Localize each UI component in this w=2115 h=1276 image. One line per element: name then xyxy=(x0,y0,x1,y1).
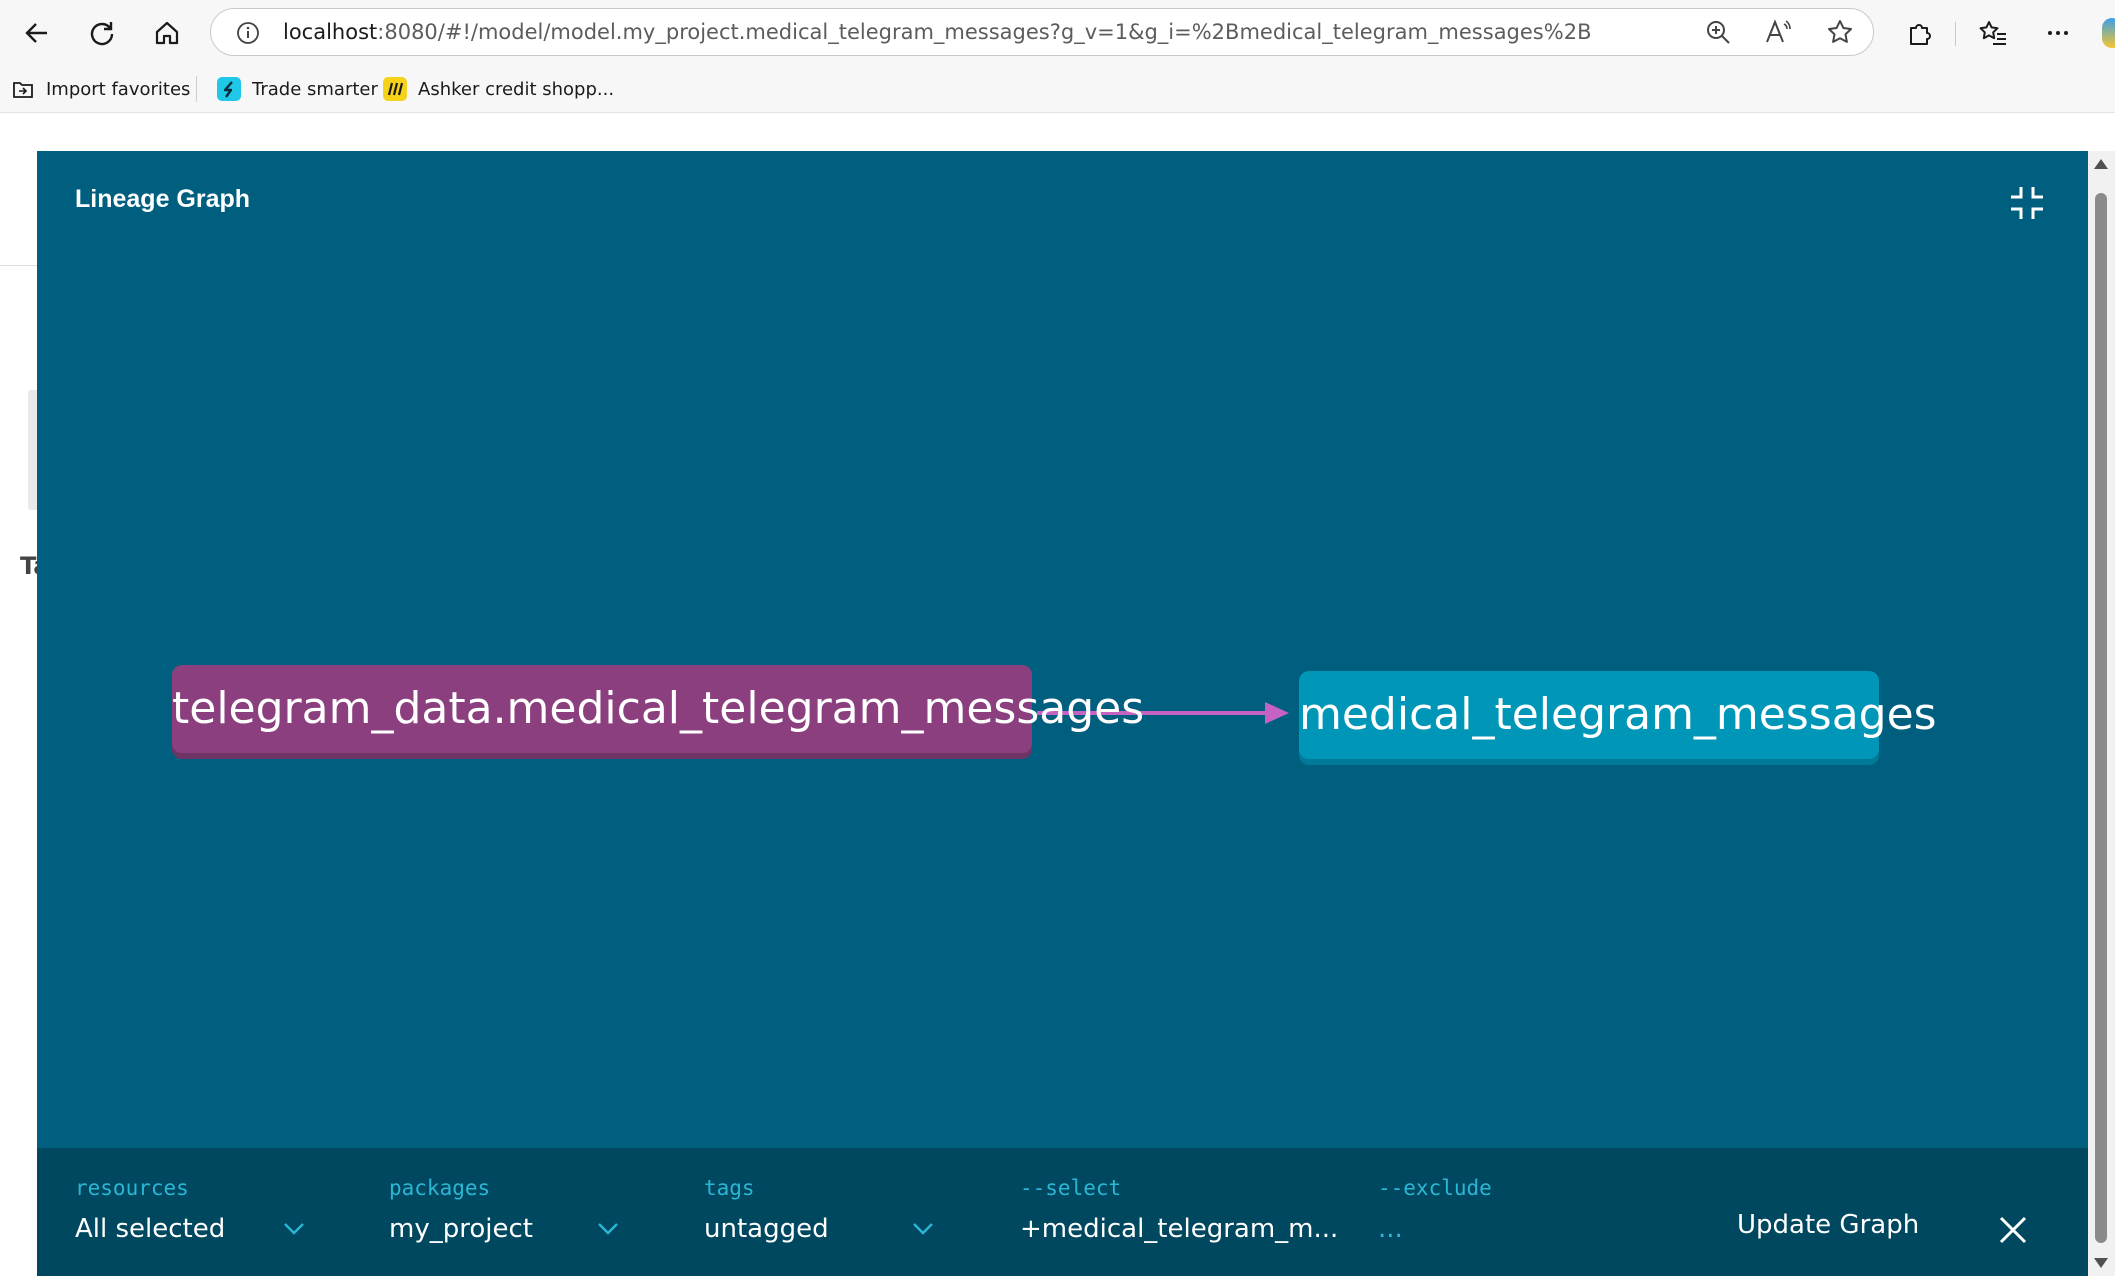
favorite-item-ashker[interactable]: Ashker credit shopp... xyxy=(382,74,614,104)
toolbar-divider xyxy=(1955,22,1956,46)
site-info-icon[interactable] xyxy=(233,18,263,48)
back-arrow-icon xyxy=(25,23,47,43)
chevron-down-icon[interactable] xyxy=(597,1222,619,1236)
puzzle-icon xyxy=(1910,24,1931,45)
read-aloud-icon[interactable] xyxy=(1763,17,1793,47)
home-button[interactable] xyxy=(144,10,190,56)
chevron-down-icon[interactable] xyxy=(912,1222,934,1236)
copilot-icon[interactable] xyxy=(2102,18,2115,48)
url-text[interactable]: localhost:8080/#!/model/model.my_project… xyxy=(283,9,1591,55)
favorites-bar: Import favorites Trade smarter Ashker cr… xyxy=(0,66,2115,113)
extensions-button[interactable] xyxy=(1897,10,1943,56)
refresh-icon xyxy=(90,22,114,46)
resources-label: resources xyxy=(75,1176,189,1200)
favorites-list-icon xyxy=(1979,21,2006,45)
favorite-star-icon[interactable] xyxy=(1825,17,1855,47)
address-bar[interactable]: localhost:8080/#!/model/model.my_project… xyxy=(210,8,1874,56)
model-node[interactable]: medical_telegram_messages xyxy=(1299,671,1937,759)
resources-value[interactable]: All selected xyxy=(75,1214,225,1244)
graph-filter-bar: resources All selected packages my_proje… xyxy=(37,1148,2088,1276)
favorite-item-import[interactable]: Import favorites xyxy=(10,74,190,104)
lineage-graph-modal: Lineage Graph telegram_data.medical_tele… xyxy=(37,151,2088,1276)
source-node[interactable]: telegram_data.medical_telegram_messages xyxy=(172,665,1144,753)
home-icon xyxy=(155,21,179,45)
refresh-button[interactable] xyxy=(79,10,125,56)
page-scrollbar[interactable] xyxy=(2088,151,2115,1276)
more-dots-icon xyxy=(2048,31,2068,35)
scroll-down-icon[interactable] xyxy=(2094,1258,2108,1268)
url-path: :8080/#!/model/model.my_project.medical_… xyxy=(377,20,1592,44)
packages-filter[interactable]: packages my_project xyxy=(389,1148,639,1276)
packages-value[interactable]: my_project xyxy=(389,1214,533,1244)
update-graph-button[interactable]: Update Graph xyxy=(1737,1210,1919,1240)
resources-filter[interactable]: resources All selected xyxy=(75,1148,325,1276)
favorites-button[interactable] xyxy=(1970,10,2016,56)
import-favorites-icon xyxy=(10,76,36,102)
back-button[interactable] xyxy=(14,10,60,56)
select-label: --select xyxy=(1020,1176,1122,1200)
chevron-down-icon[interactable] xyxy=(283,1222,305,1236)
collapse-icon xyxy=(2011,187,2043,219)
browser-toolbar: localhost:8080/#!/model/model.my_project… xyxy=(0,0,2115,66)
packages-label: packages xyxy=(389,1176,491,1200)
favorite-label: Trade smarter xyxy=(252,78,378,100)
close-button[interactable] xyxy=(1997,1214,2029,1246)
favorites-divider xyxy=(196,76,197,102)
select-input[interactable]: +medical_telegram_m... xyxy=(1020,1214,1338,1244)
exclude-label: --exclude xyxy=(1378,1176,1492,1200)
exclude-input[interactable]: ... xyxy=(1378,1214,1403,1244)
favorite-label: Import favorites xyxy=(46,78,191,100)
modal-title: Lineage Graph xyxy=(75,185,251,213)
collapse-fullscreen-button[interactable] xyxy=(2007,183,2047,223)
page-divider xyxy=(0,265,38,266)
tags-value[interactable]: untagged xyxy=(704,1214,829,1244)
close-icon xyxy=(1999,1216,2027,1244)
url-host: localhost xyxy=(283,20,378,44)
tags-filter[interactable]: tags untagged xyxy=(704,1148,954,1276)
tags-label: tags xyxy=(704,1176,755,1200)
zoom-icon[interactable] xyxy=(1703,17,1733,47)
ashker-icon xyxy=(382,76,408,102)
scroll-up-icon[interactable] xyxy=(2094,159,2108,169)
settings-more-button[interactable] xyxy=(2035,10,2081,56)
graph-canvas[interactable]: telegram_data.medical_telegram_messages … xyxy=(37,241,2088,1276)
select-filter[interactable]: --select +medical_telegram_m... xyxy=(1020,1148,1340,1276)
favorite-label: Ashker credit shopp... xyxy=(418,78,615,100)
exclude-filter[interactable]: --exclude ... xyxy=(1378,1148,1678,1276)
trade-smarter-icon xyxy=(216,76,242,102)
scrollbar-thumb[interactable] xyxy=(2095,193,2107,1243)
favorite-item-trade[interactable]: Trade smarter xyxy=(216,74,378,104)
